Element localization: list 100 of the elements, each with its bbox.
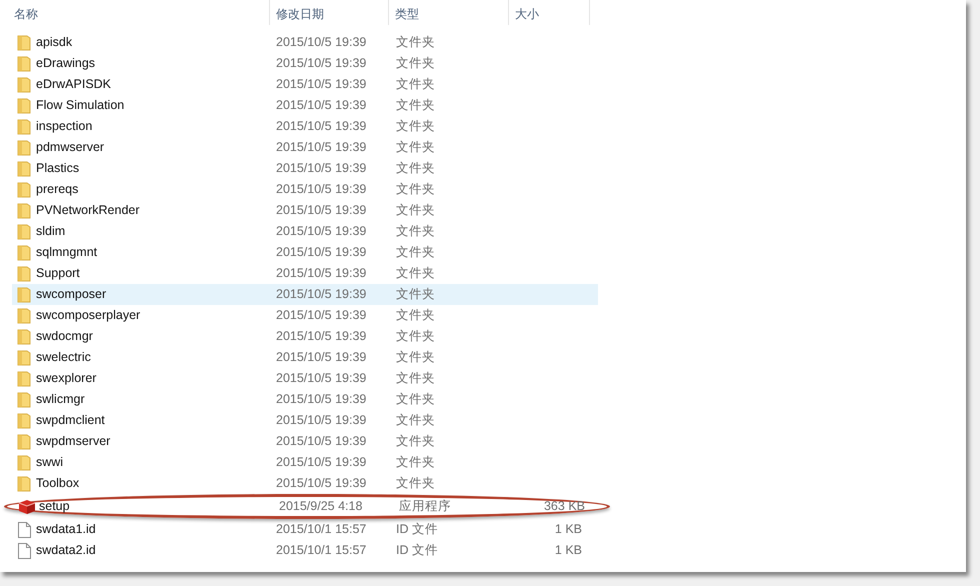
file-name: sqlmngmnt [36, 244, 98, 262]
folder-icon [17, 308, 31, 324]
folder-icon [17, 392, 31, 408]
file-type: 文件夹 [396, 475, 436, 492]
folder-icon [17, 370, 31, 386]
file-row[interactable]: PVNetworkRender 2015/10/5 19:39 文件夹 [12, 200, 598, 221]
file-size: 1 KB [554, 521, 582, 538]
file-name: swcomposer [36, 286, 108, 304]
modified-date: 2015/10/5 19:39 [276, 76, 368, 94]
modified-date: 2015/10/5 19:39 [276, 34, 368, 52]
file-row[interactable]: setup 2015/9/25 4:18 应用程序 363 KB [4, 494, 610, 519]
file-row[interactable]: Flow Simulation 2015/10/5 19:39 文件夹 [12, 95, 598, 116]
file-row[interactable]: Support 2015/10/5 19:39 文件夹 [12, 263, 598, 284]
file-type: 文件夹 [396, 139, 436, 156]
modified-date: 2015/10/1 15:57 [276, 542, 368, 560]
file-type: 文件夹 [396, 34, 436, 52]
file-row[interactable]: prereqs 2015/10/5 19:39 文件夹 [12, 179, 598, 200]
file-icon [18, 522, 30, 538]
file-row[interactable]: swwi 2015/10/5 19:39 文件夹 [12, 452, 598, 473]
folder-icon [17, 286, 31, 302]
folder-icon [17, 140, 31, 156]
file-row[interactable]: swcomposer 2015/10/5 19:39 文件夹 [12, 284, 598, 305]
modified-date: 2015/10/5 19:39 [276, 118, 368, 136]
file-type: ID 文件 [396, 542, 439, 560]
column-header[interactable]: 名称 [0, 0, 270, 25]
column-header[interactable]: 类型 [389, 0, 509, 25]
modified-date: 2015/10/5 19:39 [276, 433, 368, 450]
file-type: 文件夹 [396, 265, 436, 282]
file-type: 文件夹 [396, 244, 436, 262]
file-row[interactable]: swlicmgr 2015/10/5 19:39 文件夹 [12, 389, 598, 410]
file-type: 应用程序 [399, 498, 452, 516]
file-type: 文件夹 [396, 391, 436, 408]
file-name: swpdmclient [36, 412, 106, 430]
modified-date: 2015/10/5 19:39 [276, 223, 368, 240]
file-name: eDrawings [36, 55, 96, 72]
file-row[interactable]: swpdmclient 2015/10/5 19:39 文件夹 [12, 410, 598, 431]
file-row[interactable]: apisdk 2015/10/5 19:39 文件夹 [12, 32, 598, 53]
file-name: Support [36, 265, 81, 282]
folder-icon [17, 160, 31, 176]
modified-date: 2015/10/5 19:39 [276, 55, 368, 72]
modified-date: 2015/10/5 19:39 [276, 244, 368, 262]
file-name: setup [39, 498, 71, 516]
file-name: swexplorer [36, 370, 98, 388]
folder-icon [17, 118, 31, 134]
app-icon [18, 498, 36, 514]
file-type: 文件夹 [396, 181, 436, 198]
file-row[interactable]: swdocmgr 2015/10/5 19:39 文件夹 [12, 326, 598, 347]
file-row[interactable]: swcomposerplayer 2015/10/5 19:39 文件夹 [12, 305, 598, 326]
file-size: 1 KB [554, 542, 582, 560]
file-row[interactable]: swelectric 2015/10/5 19:39 文件夹 [12, 347, 598, 368]
file-name: swdata2.id [36, 542, 97, 560]
folder-icon [17, 56, 31, 72]
file-row[interactable]: eDrwAPISDK 2015/10/5 19:39 文件夹 [12, 74, 598, 95]
file-type: 文件夹 [396, 454, 436, 472]
file-type: 文件夹 [396, 55, 436, 72]
file-name: pdmwserver [36, 139, 106, 156]
modified-date: 2015/10/5 19:39 [276, 265, 368, 282]
file-type: 文件夹 [396, 97, 436, 114]
file-type: 文件夹 [396, 412, 436, 430]
file-row[interactable]: sqlmngmnt 2015/10/5 19:39 文件夹 [12, 242, 598, 263]
file-name: sldim [36, 223, 66, 240]
modified-date: 2015/10/5 19:39 [276, 202, 368, 220]
modified-date: 2015/10/5 19:39 [276, 181, 368, 198]
file-name: swpdmserver [36, 433, 112, 450]
modified-date: 2015/10/5 19:39 [276, 139, 368, 156]
file-row[interactable]: swpdmserver 2015/10/5 19:39 文件夹 [12, 431, 598, 452]
file-type: 文件夹 [396, 223, 436, 240]
folder-icon [17, 434, 31, 450]
folder-icon [17, 328, 31, 344]
modified-date: 2015/10/5 19:39 [276, 328, 368, 346]
folder-icon [17, 244, 31, 260]
folder-icon [17, 350, 31, 366]
file-row[interactable]: swdata1.id 2015/10/1 15:57 ID 文件 1 KB [12, 519, 598, 540]
file-type: 文件夹 [396, 76, 436, 94]
folder-icon [17, 182, 31, 198]
folder-icon [17, 266, 31, 282]
file-type: 文件夹 [396, 118, 436, 136]
modified-date: 2015/10/5 19:39 [276, 475, 368, 492]
file-type: 文件夹 [396, 433, 436, 450]
file-type: 文件夹 [396, 349, 436, 366]
file-row[interactable]: swdata2.id 2015/10/1 15:57 ID 文件 1 KB [12, 540, 598, 561]
file-row[interactable]: inspection 2015/10/5 19:39 文件夹 [12, 116, 598, 137]
file-row[interactable]: pdmwserver 2015/10/5 19:39 文件夹 [12, 137, 598, 158]
file-row[interactable]: Plastics 2015/10/5 19:39 文件夹 [12, 158, 598, 179]
file-name: eDrwAPISDK [36, 76, 112, 94]
file-row[interactable]: Toolbox 2015/10/5 19:39 文件夹 [12, 473, 598, 494]
file-type: 文件夹 [396, 286, 436, 304]
file-type: 文件夹 [396, 328, 436, 346]
folder-icon [17, 412, 31, 428]
column-header[interactable]: 修改日期 [270, 0, 389, 25]
file-name: swlicmgr [36, 391, 86, 408]
file-name: Toolbox [36, 475, 80, 492]
file-row[interactable]: swexplorer 2015/10/5 19:39 文件夹 [12, 368, 598, 389]
file-row[interactable]: eDrawings 2015/10/5 19:39 文件夹 [12, 53, 598, 74]
file-name: swcomposerplayer [36, 307, 142, 324]
file-name: prereqs [36, 181, 80, 198]
file-type: 文件夹 [396, 307, 436, 324]
column-header[interactable]: 大小 [509, 0, 590, 25]
modified-date: 2015/9/25 4:18 [279, 498, 364, 516]
file-row[interactable]: sldim 2015/10/5 19:39 文件夹 [12, 221, 598, 242]
